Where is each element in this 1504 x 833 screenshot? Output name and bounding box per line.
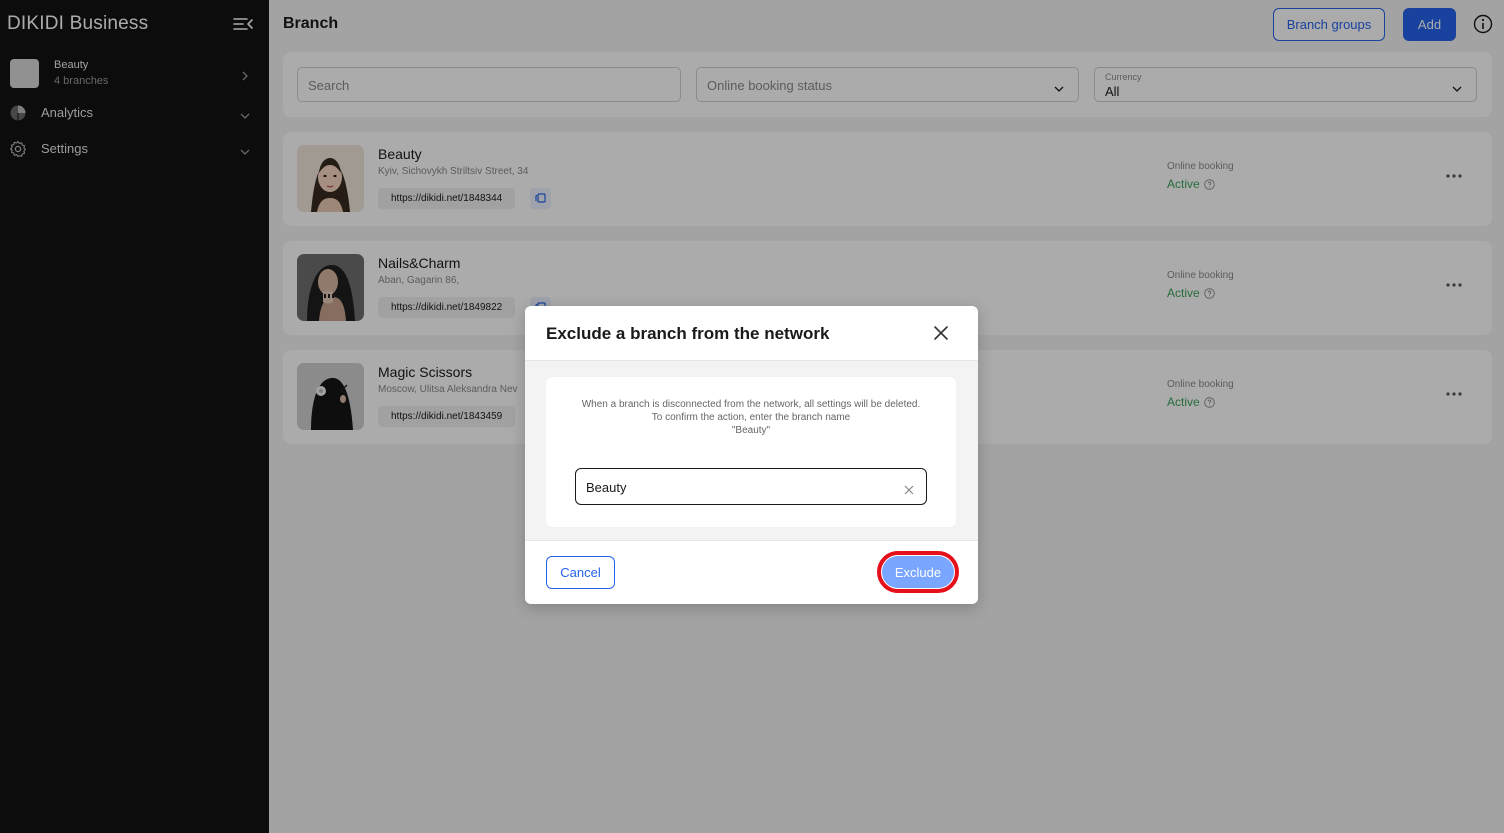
- branch-name-confirm-input[interactable]: Beauty: [575, 468, 927, 505]
- message-line: When a branch is disconnected from the n…: [581, 399, 921, 410]
- message-line: "Beauty": [731, 425, 771, 436]
- dialog-title: Exclude a branch from the network: [546, 324, 830, 343]
- input-value: Beauty: [586, 480, 627, 495]
- dialog-body: When a branch is disconnected from the n…: [525, 360, 978, 541]
- close-icon[interactable]: [933, 325, 949, 341]
- exclude-branch-dialog: Exclude a branch from the network When a…: [525, 306, 978, 604]
- confirmation-panel: When a branch is disconnected from the n…: [546, 377, 956, 527]
- cancel-button[interactable]: Cancel: [546, 556, 615, 589]
- message-line: To confirm the action, enter the branch …: [651, 412, 851, 423]
- clear-input-icon[interactable]: [904, 482, 914, 495]
- exclude-button[interactable]: Exclude: [882, 556, 954, 588]
- dialog-message: When a branch is disconnected from the n…: [576, 398, 926, 437]
